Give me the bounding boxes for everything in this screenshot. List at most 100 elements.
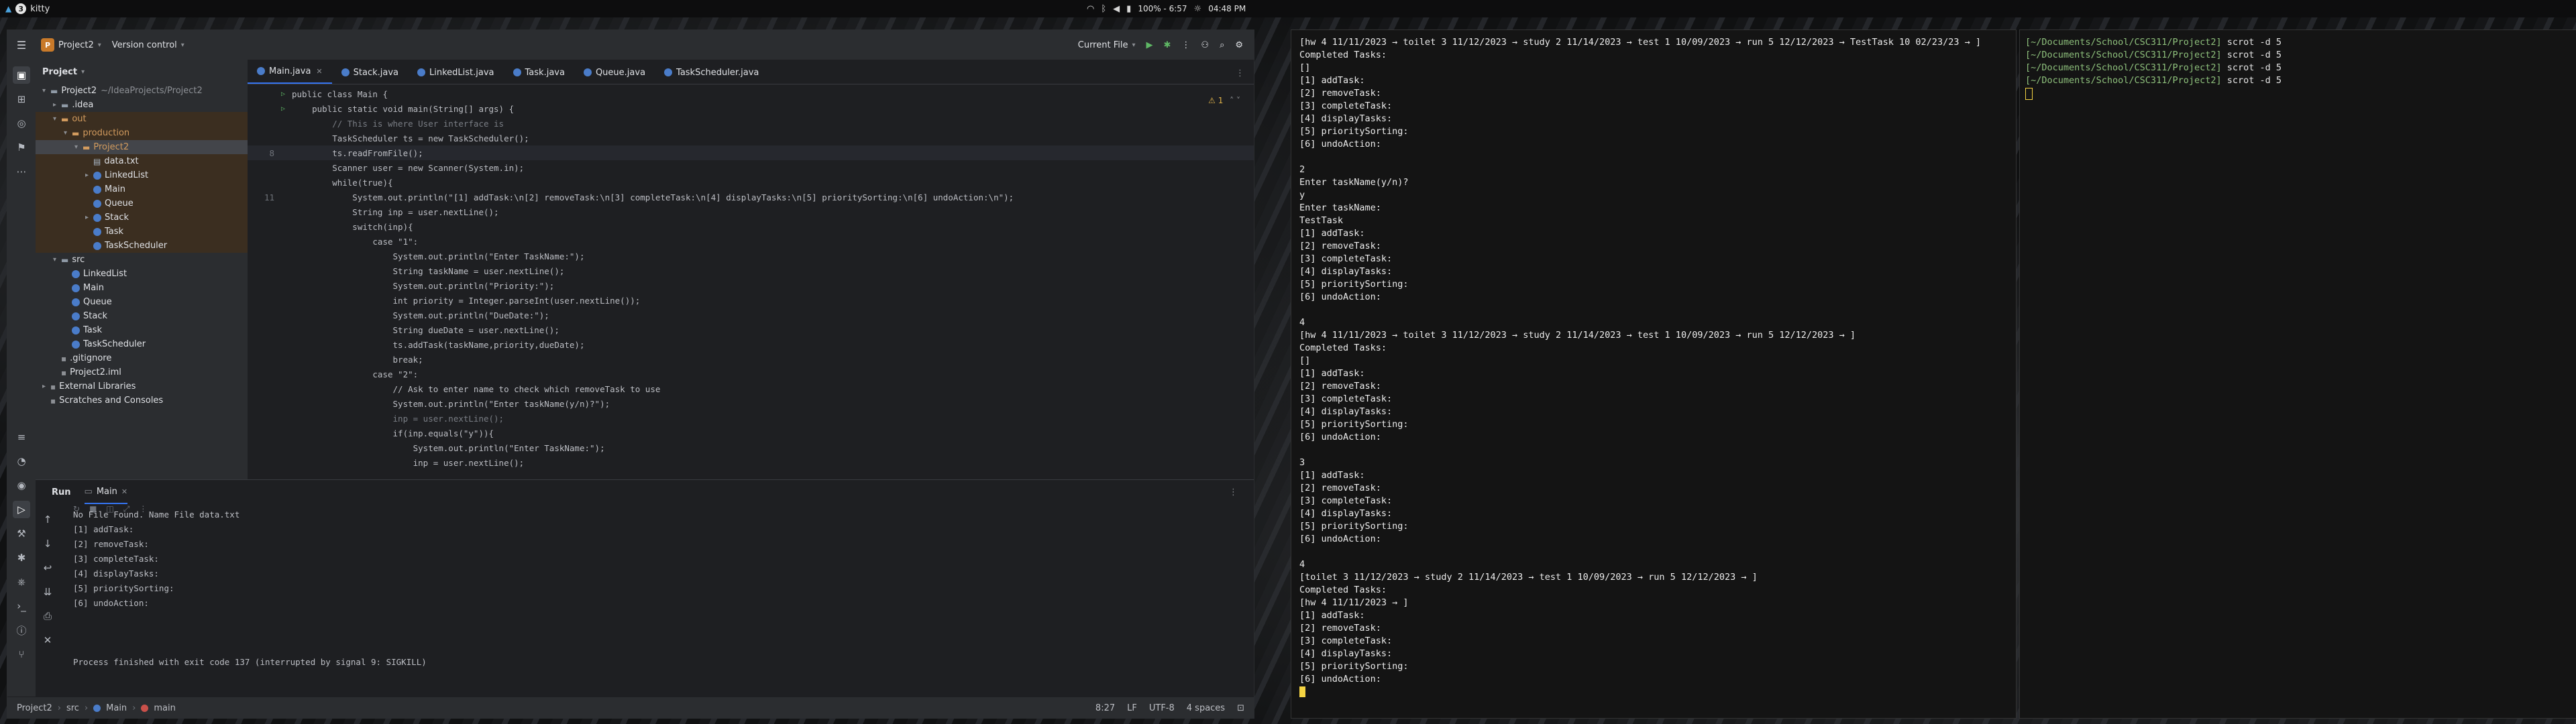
battery-icon[interactable]: ▮ bbox=[1126, 4, 1131, 14]
tree-item[interactable]: ▸ Stack bbox=[36, 210, 248, 225]
expand-arrow-icon[interactable]: ▸ bbox=[85, 172, 93, 179]
expand-arrow-icon[interactable]: ▸ bbox=[85, 214, 93, 221]
terminal-icon[interactable]: ›_ bbox=[13, 597, 30, 615]
expand-arrow-icon[interactable]: ▾ bbox=[53, 115, 61, 123]
editor-tab[interactable]: Main.java ✕ bbox=[248, 60, 332, 84]
expand-arrow-icon[interactable]: ▾ bbox=[42, 87, 50, 95]
lock-icon[interactable]: ⊡ bbox=[1237, 703, 1244, 713]
project-panel-header[interactable]: Project ▾ bbox=[36, 60, 248, 84]
expand-arrow-icon[interactable]: ▾ bbox=[64, 129, 72, 137]
soft-wrap-icon[interactable]: ↩ bbox=[39, 559, 56, 577]
indent-setting[interactable]: 4 spaces bbox=[1187, 703, 1225, 713]
more-actions-icon[interactable]: ⋮ bbox=[1176, 36, 1195, 54]
more-tools-icon[interactable]: ⋯ bbox=[13, 163, 30, 180]
terminal-side[interactable]: [~/Documents/School/CSC311/Project2] scr… bbox=[2019, 29, 2576, 719]
caret-position[interactable]: 8:27 bbox=[1095, 703, 1115, 713]
hamburger-menu-icon[interactable]: ☰ bbox=[7, 39, 36, 52]
tree-item[interactable]: Queue bbox=[36, 196, 248, 210]
scroll-to-end-icon[interactable]: ⇊ bbox=[39, 583, 56, 601]
profiler-icon[interactable]: ◔ bbox=[13, 452, 30, 470]
version-control-menu[interactable]: Version control ▾ bbox=[107, 36, 190, 54]
tree-item[interactable]: ▪ .gitignore bbox=[36, 351, 248, 365]
expand-arrow-icon[interactable]: ▸ bbox=[53, 101, 61, 109]
tree-item[interactable]: ▾ ▬ Project2 ~/IdeaProjects/Project2 bbox=[36, 84, 248, 98]
print-icon[interactable]: ⎙ bbox=[39, 607, 56, 625]
run-icon[interactable]: ▶ bbox=[1141, 36, 1159, 54]
tree-item[interactable]: ▸ ▪ External Libraries bbox=[36, 379, 248, 394]
run-tool-icon[interactable]: ▷ bbox=[13, 501, 30, 518]
tree-item[interactable]: TaskScheduler bbox=[36, 337, 248, 351]
tree-item[interactable]: ▾ ▬ out bbox=[36, 112, 248, 126]
todo-list-icon[interactable]: ≡ bbox=[13, 428, 30, 446]
workspace-indicator[interactable]: ▲ 3 kitty bbox=[5, 3, 50, 14]
workspace-number[interactable]: 3 bbox=[15, 3, 27, 14]
python-packages-icon[interactable]: ⎈ bbox=[13, 573, 30, 591]
wifi-icon[interactable]: ◠ bbox=[1087, 4, 1094, 14]
commit-icon[interactable]: ◎ bbox=[13, 115, 30, 132]
editor-tab[interactable]: Stack.java bbox=[332, 61, 408, 84]
run-config-selector[interactable]: Current File ▾ bbox=[1073, 36, 1141, 54]
tree-item[interactable]: Main bbox=[36, 281, 248, 295]
editor-tab[interactable]: Queue.java bbox=[574, 61, 655, 84]
services-icon[interactable]: ◉ bbox=[13, 477, 30, 494]
breadcrumb-class[interactable]: Main bbox=[106, 703, 127, 713]
code-editor[interactable]: ▷ public class Main {▷ public static void… bbox=[248, 86, 1254, 479]
bluetooth-icon[interactable]: ᛒ bbox=[1101, 4, 1106, 14]
tree-item[interactable]: ▾ ▬ Project2 bbox=[36, 140, 248, 154]
folder-icon: ▬ bbox=[61, 255, 69, 265]
tree-item[interactable]: ▸ ▬ .idea bbox=[36, 98, 248, 112]
tabs-more-icon[interactable]: ⋮ bbox=[1236, 68, 1244, 78]
expand-arrow-icon[interactable]: ▾ bbox=[53, 256, 61, 263]
project-switcher[interactable]: P Project2 ▾ bbox=[36, 36, 107, 54]
tree-item[interactable]: ▪ Project2.iml bbox=[36, 365, 248, 379]
run-config-tab[interactable]: ▭ Main ✕ bbox=[84, 480, 128, 504]
tree-item[interactable]: Task bbox=[36, 323, 248, 337]
editor-tab[interactable]: Task.java bbox=[504, 61, 574, 84]
editor-tab[interactable]: LinkedList.java bbox=[408, 61, 504, 84]
tree-item[interactable]: ▾ ▬ production bbox=[36, 126, 248, 140]
breadcrumb-project[interactable]: Project2 bbox=[17, 703, 52, 713]
problems-icon[interactable]: ⓘ bbox=[13, 621, 30, 639]
brightness-icon[interactable]: ☼ bbox=[1194, 4, 1202, 14]
gutter-marker[interactable]: ▷ bbox=[281, 105, 292, 113]
tree-item[interactable]: Main bbox=[36, 182, 248, 196]
trash-icon[interactable]: ✕ bbox=[39, 631, 56, 649]
terminal-main[interactable]: [hw 4 11/11/2023 → toilet 3 11/12/2023 →… bbox=[1291, 29, 2017, 719]
volume-icon[interactable]: ◀ bbox=[1113, 4, 1120, 14]
settings-gear-icon[interactable]: ⚙ bbox=[1230, 36, 1248, 54]
tree-item[interactable]: ▸ LinkedList bbox=[36, 168, 248, 182]
bookmarks-icon[interactable]: ⚑ bbox=[13, 139, 30, 156]
tree-item[interactable]: ▾ ▬ src bbox=[36, 253, 248, 267]
tree-item[interactable]: LinkedList bbox=[36, 267, 248, 281]
add-user-icon[interactable]: ⚇ bbox=[1195, 36, 1214, 54]
tree-item[interactable]: TaskScheduler bbox=[36, 239, 248, 253]
debug-icon[interactable]: ✱ bbox=[1159, 36, 1177, 54]
editor-tab[interactable]: TaskScheduler.java bbox=[655, 61, 768, 84]
run-console-output[interactable]: No File Found. Name File data.txt [1] add… bbox=[73, 509, 427, 672]
tree-item[interactable]: ▤ data.txt bbox=[36, 154, 248, 168]
tree-item[interactable]: ▪ Scratches and Consoles bbox=[36, 394, 248, 408]
line-ending[interactable]: LF bbox=[1127, 703, 1137, 713]
search-icon[interactable]: ⌕ bbox=[1214, 36, 1230, 54]
run-tab-label[interactable]: Run bbox=[52, 487, 71, 497]
tree-item[interactable]: Task bbox=[36, 225, 248, 239]
scroll-down-icon[interactable]: ↓ bbox=[39, 535, 56, 552]
run-panel-more-icon[interactable]: ⋮ bbox=[1229, 487, 1238, 497]
project-tool-folder-icon[interactable]: ▣ bbox=[13, 66, 30, 84]
build-icon[interactable]: ⚒ bbox=[13, 525, 30, 542]
breadcrumb-method[interactable]: main bbox=[154, 703, 175, 713]
expand-arrow-icon[interactable]: ▸ bbox=[42, 383, 50, 390]
close-icon[interactable]: ✕ bbox=[316, 67, 322, 76]
git-icon[interactable]: ⑂ bbox=[13, 646, 30, 663]
expand-arrow-icon[interactable]: ▾ bbox=[74, 143, 83, 151]
breadcrumb-src[interactable]: src bbox=[66, 703, 79, 713]
debug-tool-icon[interactable]: ✱ bbox=[13, 549, 30, 566]
tree-item[interactable]: Stack bbox=[36, 309, 248, 323]
gutter-marker[interactable]: ▷ bbox=[281, 90, 292, 98]
close-icon[interactable]: ✕ bbox=[121, 487, 127, 496]
structure-icon[interactable]: ⊞ bbox=[13, 90, 30, 108]
tree-item[interactable]: Queue bbox=[36, 295, 248, 309]
scroll-up-icon[interactable]: ↑ bbox=[39, 511, 56, 528]
file-encoding[interactable]: UTF-8 bbox=[1149, 703, 1175, 713]
editor-tab-label: Queue.java bbox=[595, 67, 646, 78]
